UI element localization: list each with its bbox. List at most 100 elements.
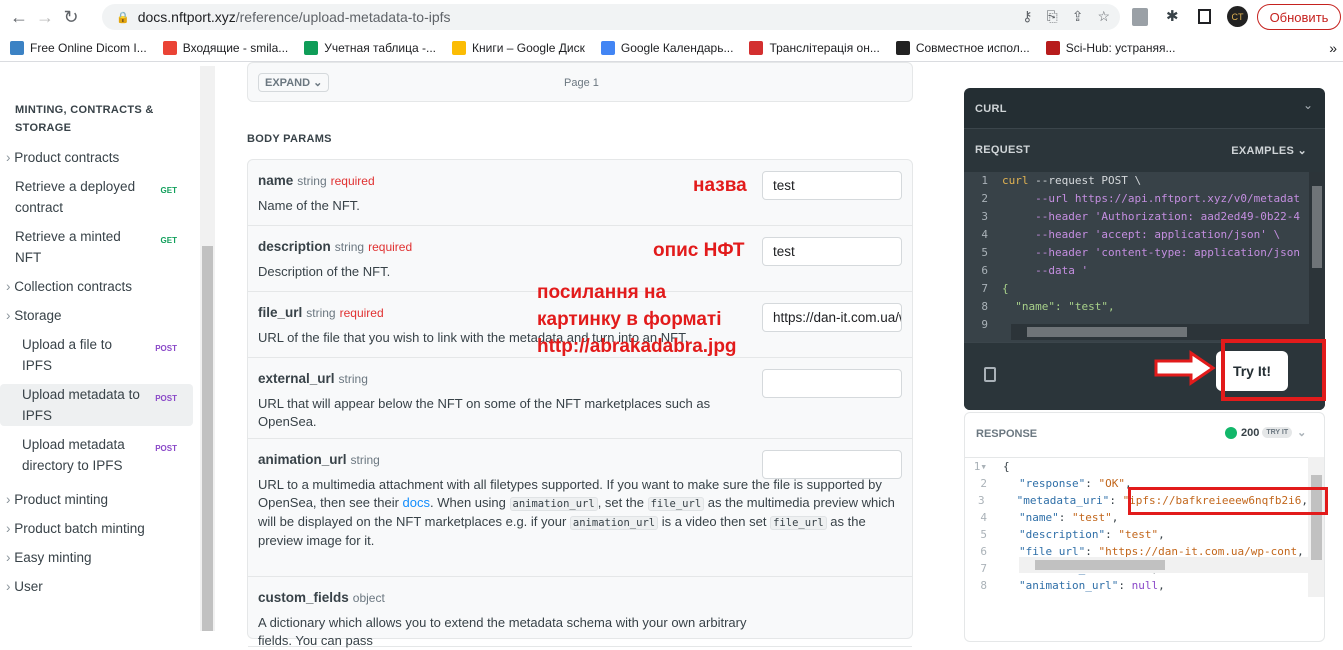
param-name: file_url	[258, 305, 303, 320]
param-external_url: external_url string URL that will appear b…	[248, 358, 912, 439]
sidepanel-icon[interactable]	[1198, 9, 1211, 24]
bookmarks-bar: Free Online Dicom I... Входящие - smila..…	[0, 34, 1343, 62]
back-icon[interactable]: ←	[6, 7, 32, 28]
inline-code: animation_url	[569, 516, 659, 530]
url-path: /reference/upload-metadata-to-ipfs	[235, 9, 451, 25]
bookmarks-more[interactable]: »	[1329, 40, 1337, 56]
star-icon[interactable]: ☆	[1097, 8, 1110, 25]
bookmark-favicon-icon	[162, 40, 177, 55]
chevron-down-icon[interactable]: ⌄	[1303, 98, 1313, 112]
bookmark-label: Входящие - smila...	[182, 40, 289, 55]
sidebar-item[interactable]: › Storage	[0, 305, 193, 326]
response-hscrollbar[interactable]	[1019, 557, 1308, 573]
sidebar-scrollbar[interactable]	[200, 66, 215, 631]
bookmark-label: Free Online Dicom I...	[30, 40, 147, 55]
param-name: name	[258, 173, 294, 188]
sidebar-item[interactable]: › Collection contracts	[0, 276, 193, 297]
language-selector[interactable]: CURL	[975, 103, 1007, 115]
file-url-input[interactable]: https://dan-it.com.ua/wp-cont	[762, 303, 902, 332]
bookmark-favicon-icon	[600, 40, 615, 55]
sidebar-item[interactable]: Upload a file to IPFS POST	[0, 334, 193, 376]
bookmark[interactable]: Free Online Dicom I...	[10, 40, 147, 55]
request-label: REQUEST	[975, 144, 1031, 156]
bookmark[interactable]: Транслітерація он...	[749, 40, 880, 55]
extension-icon[interactable]	[1132, 8, 1148, 26]
method-badge: GET	[160, 236, 177, 245]
bookmark-favicon-icon	[304, 40, 319, 55]
bookmark[interactable]: Входящие - smila...	[162, 40, 289, 55]
sidebar-item[interactable]: › User	[0, 576, 193, 597]
page-label: Page 1	[564, 77, 599, 89]
param-description: Name of the NFT.	[258, 198, 360, 213]
external-url-input[interactable]	[762, 369, 902, 398]
update-button[interactable]: Обновить	[1257, 4, 1341, 30]
sidebar-item[interactable]: Retrieve a minted NFT GET	[0, 226, 193, 268]
share-icon[interactable]: ⇪	[1072, 8, 1084, 25]
description-input[interactable]: test	[762, 237, 902, 266]
docs-link[interactable]: docs	[403, 495, 430, 510]
translate-icon[interactable]: ⎘	[1047, 8, 1058, 25]
param-name: description	[258, 239, 331, 254]
param-description: URL to a multimedia attachment with all …	[258, 476, 898, 550]
bookmark-label: Совместное испол...	[915, 40, 1030, 55]
examples-dropdown[interactable]: EXAMPLES ⌄	[1231, 144, 1307, 157]
bookmark-favicon-icon	[749, 40, 764, 55]
puzzle-icon[interactable]: ✱	[1166, 7, 1179, 25]
inline-code: file_url	[770, 516, 827, 530]
param-type: string	[350, 453, 380, 467]
reload-icon[interactable]: ↻	[58, 7, 84, 28]
key-icon[interactable]: ⚷	[1022, 8, 1032, 25]
bookmark-label: Учетная таблица -...	[324, 40, 436, 55]
required-label: required	[339, 306, 384, 320]
response-line: 1▾{	[973, 460, 1010, 473]
sidebar-item[interactable]: › Product contracts	[0, 147, 193, 168]
status-dot-icon	[1225, 426, 1237, 439]
sidebar-item[interactable]: › Easy minting	[0, 547, 193, 568]
body-params-heading: BODY PARAMS	[247, 133, 332, 145]
param-type: string	[297, 174, 327, 188]
name-input[interactable]: test	[762, 171, 902, 200]
sidebar-item[interactable]: Upload metadata directory to IPFS POST	[0, 434, 193, 476]
param-type: string	[306, 306, 336, 320]
sidebar-item[interactable]: › Product batch minting	[0, 518, 193, 539]
profile-avatar[interactable]: CT	[1227, 6, 1248, 27]
code-vscrollbar[interactable]	[1309, 172, 1325, 342]
forward-icon[interactable]: →	[32, 7, 58, 28]
address-bar[interactable]: 🔒 docs.nftport.xyz/reference/upload-meta…	[102, 4, 1120, 30]
chevron-right-icon: ›	[6, 550, 15, 565]
bookmark-label: Sci-Hub: устраняя...	[1065, 40, 1176, 55]
method-badge: POST	[155, 444, 177, 453]
description-text: is a video then set	[658, 514, 771, 529]
annotation-file-url: посилання на картинку в форматі http://abr…	[537, 282, 737, 357]
clipboard-icon[interactable]	[984, 367, 996, 382]
code-hscrollbar[interactable]	[1011, 324, 1309, 340]
bookmark[interactable]: Книги – Google Диск	[452, 40, 585, 55]
bookmark[interactable]: Совместное испол...	[895, 40, 1030, 55]
param-name: custom_fields	[258, 590, 349, 605]
bookmark[interactable]: Учетная таблица -...	[304, 40, 436, 55]
bookmark-label: Google Календарь...	[620, 40, 734, 55]
code-line: 5 --header 'content-type: application/js…	[981, 246, 1301, 259]
param-name: animation_url	[258, 452, 347, 467]
param-type: string	[334, 240, 365, 254]
code-line: 6 --data '	[981, 264, 1089, 277]
param-type: object	[352, 591, 385, 605]
sidebar-item[interactable]: › Product minting	[0, 489, 193, 510]
param-name: external_url	[258, 371, 335, 386]
response-line: 9"custom_fields": null,	[965, 594, 1308, 597]
request-code: 1 curl --request POST \ 2 --url https://ap…	[964, 172, 1309, 342]
code-line: 2 --url https://api.nftport.xyz/v0/metad…	[981, 192, 1301, 205]
required-label: required	[330, 174, 375, 188]
bookmark[interactable]: Sci-Hub: устраняя...	[1045, 40, 1176, 55]
expand-button[interactable]: EXPAND ⌄	[258, 73, 330, 92]
param-description: A dictionary which allows you to extend …	[258, 615, 747, 648]
chevron-right-icon: ›	[6, 150, 15, 165]
sidebar: MINTING, CONTRACTS & STORAGE › Product c…	[0, 66, 200, 631]
sidebar-item[interactable]: Upload metadata to IPFS POST	[0, 384, 193, 426]
response-vscrollbar[interactable]	[1308, 457, 1324, 597]
chevron-down-icon[interactable]: ⌄	[1297, 426, 1306, 439]
chevron-right-icon: ›	[6, 308, 15, 323]
animation-url-input[interactable]	[762, 450, 902, 479]
sidebar-item[interactable]: Retrieve a deployed contract GET	[0, 176, 193, 218]
bookmark[interactable]: Google Календарь...	[600, 40, 734, 55]
